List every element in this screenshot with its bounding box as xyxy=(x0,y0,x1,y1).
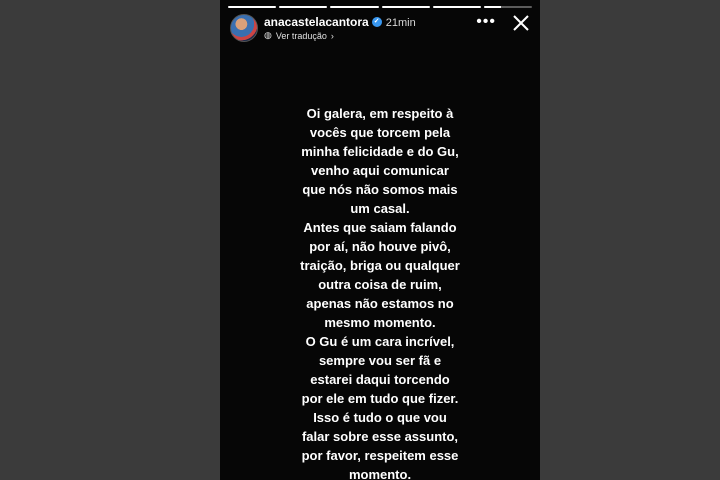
avatar[interactable] xyxy=(230,14,258,42)
more-options-icon[interactable]: ••• xyxy=(476,14,496,30)
globe-icon: ◍ xyxy=(264,30,272,40)
progress-segment xyxy=(483,6,533,8)
username[interactable]: anacastelacantora xyxy=(264,15,369,29)
progress-segment-fill xyxy=(279,6,328,8)
progress-segment xyxy=(432,6,481,8)
progress-segment xyxy=(228,6,277,8)
progress-segment xyxy=(330,6,379,8)
story-progress-bar xyxy=(228,6,533,8)
progress-segment-fill xyxy=(330,6,379,8)
close-icon[interactable] xyxy=(512,14,530,32)
progress-segment-fill xyxy=(381,6,430,8)
account-name-row: anacastelacantora ✓ 21min xyxy=(264,15,416,29)
progress-segment-fill xyxy=(228,6,277,8)
verified-badge-icon: ✓ xyxy=(371,16,382,27)
story-viewer[interactable]: anacastelacantora ✓ 21min ◍ Ver tradução ›… xyxy=(220,0,540,480)
page-background: anacastelacantora ✓ 21min ◍ Ver tradução ›… xyxy=(0,0,720,480)
progress-segment xyxy=(381,6,430,8)
post-time: 21min xyxy=(385,17,416,29)
story-message: Oi galera, em respeito à vocês que torce… xyxy=(300,106,460,480)
progress-segment-fill xyxy=(483,6,501,8)
translate-link[interactable]: ◍ Ver tradução › xyxy=(264,30,334,41)
chevron-right-icon: › xyxy=(330,30,334,41)
progress-segment-fill xyxy=(432,6,481,8)
story-header: anacastelacantora ✓ 21min ◍ Ver tradução ›… xyxy=(228,14,532,44)
translate-label: Ver tradução xyxy=(275,30,327,41)
progress-segment xyxy=(279,6,328,8)
